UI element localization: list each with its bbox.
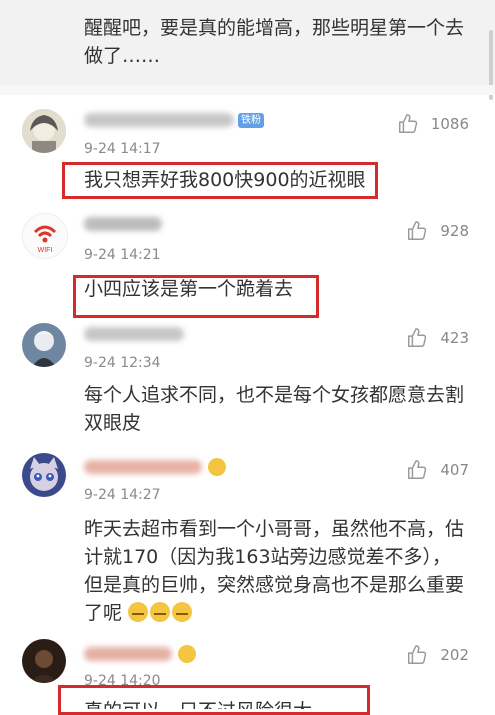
thumbs-up-icon <box>408 460 427 479</box>
thumbs-up-icon <box>398 114 418 133</box>
thumbs-up-icon <box>408 328 427 347</box>
like-button[interactable]: 407 <box>406 458 469 482</box>
like-count: 202 <box>440 646 469 664</box>
svg-text:WIFI: WIFI <box>38 247 53 254</box>
highlight-box <box>73 275 319 318</box>
emoji-icon <box>208 458 227 476</box>
comment-item: WIFI 9-24 14:21 928 小四应该是第一个跪着去 <box>0 207 495 318</box>
comment-time: 9-24 14:27 <box>84 487 161 503</box>
like-button[interactable]: 1086 <box>397 112 469 136</box>
commenter-name[interactable] <box>84 326 184 346</box>
comment-time: 9-24 14:17 <box>84 141 161 157</box>
top-comment-text: 醒醒吧，要是真的能增高，那些明星第一个去做了…… <box>84 17 465 67</box>
avatar[interactable]: WIFI <box>22 213 68 259</box>
fan-badge: 铁粉 <box>238 112 264 128</box>
avatar[interactable] <box>22 453 66 497</box>
like-button[interactable]: 202 <box>406 643 469 667</box>
highlight-box <box>62 162 378 199</box>
avatar[interactable] <box>22 109 66 153</box>
highlight-box <box>58 685 370 715</box>
commenter-name[interactable] <box>84 216 162 236</box>
commenter-name[interactable]: 铁粉 <box>84 112 264 132</box>
comment-text: 每个人追求不同，也不是每个女孩都愿意去割双眼皮 <box>84 384 465 434</box>
like-count: 928 <box>440 222 469 240</box>
commenter-name[interactable] <box>84 645 197 665</box>
comment-item: 9-24 12:34 423 每个人追求不同，也不是每个女孩都愿意去割双眼皮 <box>0 315 495 445</box>
like-count: 423 <box>440 329 469 347</box>
comment-item: 铁粉 9-24 14:17 1086 我只想弄好我800快900的近视眼 <box>0 95 495 207</box>
comment-text: 昨天去超市看到一个小哥哥，虽然他不高，估计就170（因为我163站旁边感觉差不多… <box>84 518 465 624</box>
like-count: 1086 <box>430 115 469 133</box>
top-comment-block: 醒醒吧，要是真的能增高，那些明星第一个去做了…… <box>0 0 495 85</box>
comment-item: 9-24 14:20 202 真的可以，只不过风险很大 <box>0 625 495 715</box>
thumbs-up-icon <box>408 645 427 664</box>
avatar[interactable] <box>22 639 66 683</box>
divider <box>0 85 495 95</box>
like-button[interactable]: 928 <box>406 219 469 243</box>
sleepy-face-icon <box>172 602 193 622</box>
like-button[interactable]: 423 <box>406 326 469 350</box>
like-count: 407 <box>440 461 469 479</box>
comment-item: 9-24 14:27 407 昨天去超市看到一个小哥哥，虽然他不高，估计就170… <box>0 445 495 625</box>
avatar[interactable] <box>22 323 66 367</box>
sleepy-face-icon <box>150 602 171 622</box>
thumbs-up-icon <box>408 221 427 240</box>
comment-time: 9-24 14:21 <box>84 247 161 263</box>
comment-time: 9-24 12:34 <box>84 355 161 371</box>
sleepy-face-icon <box>128 602 149 622</box>
commenter-name[interactable] <box>84 458 227 478</box>
emoji-icon <box>178 645 197 663</box>
